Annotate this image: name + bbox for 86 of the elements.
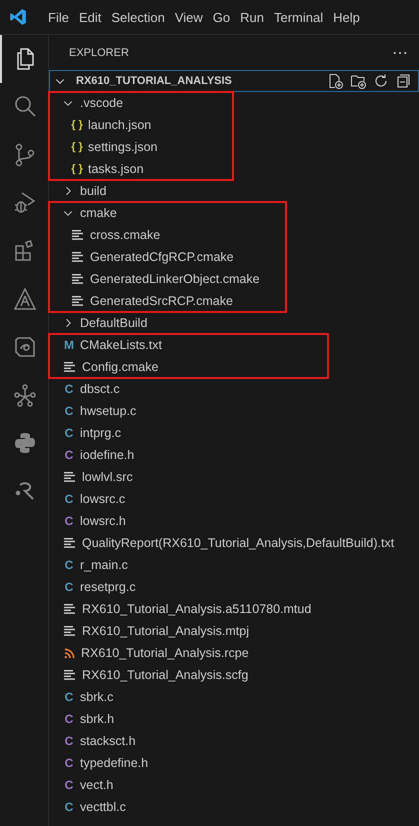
explorer-entry[interactable]: C hwsetup.c: [49, 400, 419, 422]
rss-icon: [64, 648, 75, 658]
explorer-entry[interactable]: C resetprg.c: [49, 576, 419, 598]
lines-icon: [64, 604, 76, 614]
new-file-icon[interactable]: [327, 73, 343, 89]
explorer-entry[interactable]: Config.cmake: [49, 356, 328, 378]
explorer-entry[interactable]: { } tasks.json: [49, 158, 233, 180]
explorer-entry[interactable]: M CMakeLists.txt: [49, 334, 328, 356]
header-file-icon: C: [62, 712, 76, 726]
explorer-entry[interactable]: C vecttbl.c: [49, 796, 419, 818]
folder-entry[interactable]: .vscode: [49, 92, 233, 114]
explorer-entry[interactable]: { } settings.json: [49, 136, 233, 158]
explorer-entry[interactable]: GeneratedLinkerObject.cmake: [49, 268, 286, 290]
c-file-icon: C: [62, 558, 76, 572]
lines-icon: [64, 670, 76, 680]
project-header[interactable]: RX610_TUTORIAL_ANALYSIS: [49, 70, 419, 92]
triangle-icon: [13, 287, 37, 311]
folder-entry[interactable]: DefaultBuild: [49, 312, 419, 334]
explorer-entry[interactable]: C stacksct.h: [49, 730, 419, 752]
explorer-entry[interactable]: C r_main.c: [49, 554, 419, 576]
c-file-icon: C: [62, 580, 76, 594]
folder-entry[interactable]: cmake: [49, 202, 286, 224]
explorer-entry[interactable]: C typedefine.h: [49, 752, 419, 774]
sidebar-title: EXPLORER: [69, 46, 129, 58]
explorer-entry[interactable]: C sbrk.h: [49, 708, 419, 730]
c-file-icon: C: [62, 382, 76, 396]
explorer-entry[interactable]: C dbsct.c: [49, 378, 419, 400]
header-file-icon: C: [62, 756, 76, 770]
menu-item[interactable]: Go: [208, 10, 236, 24]
lines-icon: [72, 230, 84, 240]
explorer-entry[interactable]: QualityReport(RX610_Tutorial_Analysis,DefaultBuild).txt: [49, 532, 419, 554]
explorer-entry[interactable]: C intprg.c: [49, 422, 419, 444]
braces-icon: { }: [70, 163, 84, 175]
c-file-icon: C: [62, 426, 76, 440]
explorer-entry[interactable]: { } launch.json: [49, 114, 233, 136]
lines-icon: [72, 252, 84, 262]
c-file-icon: C: [62, 690, 76, 704]
c-file-icon: C: [62, 800, 76, 814]
header-file-icon: C: [62, 448, 76, 462]
search-icon: [13, 95, 37, 119]
folder-entry[interactable]: build: [49, 180, 419, 202]
explorer-entry[interactable]: C sbrk.c: [49, 686, 419, 708]
snake-logo-icon: [13, 431, 37, 455]
lines-icon: [64, 472, 76, 482]
explorer-entry[interactable]: C vect.h: [49, 774, 419, 796]
explorer-entry[interactable]: RX610_Tutorial_Analysis.mtpj: [49, 620, 419, 642]
refresh-icon[interactable]: [373, 73, 389, 89]
lines-icon: [72, 296, 84, 306]
header-file-icon: C: [62, 734, 76, 748]
explorer-entry[interactable]: lowlvl.src: [49, 466, 419, 488]
menu-item[interactable]: File: [43, 10, 74, 24]
lines-icon: [64, 362, 76, 372]
header-file-icon: C: [62, 778, 76, 792]
swirl-icon: [13, 335, 37, 359]
menu-item[interactable]: Help: [328, 10, 365, 24]
explorer-entry[interactable]: GeneratedCfgRCP.cmake: [49, 246, 286, 268]
menu-item[interactable]: Run: [235, 10, 269, 24]
run-debug-icon: [13, 191, 37, 215]
explorer-entry[interactable]: cross.cmake: [49, 224, 286, 246]
collapse-icon[interactable]: [396, 73, 412, 89]
explorer-entry[interactable]: GeneratedSrcRCP.cmake: [49, 290, 286, 312]
explorer-entry[interactable]: C lowsrc.h: [49, 510, 419, 532]
app-logo-icon: [9, 8, 27, 26]
more-actions-icon[interactable]: [393, 50, 407, 54]
lines-icon: [72, 274, 84, 284]
network-icon: [13, 383, 37, 407]
explorer-entry[interactable]: C iodefine.h: [49, 444, 419, 466]
braces-icon: { }: [70, 119, 84, 131]
branch-icon: [13, 143, 37, 167]
braces-icon: { }: [70, 141, 84, 153]
c-file-icon: C: [62, 404, 76, 418]
explorer-entry[interactable]: RX610_Tutorial_Analysis.rcpe: [49, 642, 419, 664]
explorer-entry[interactable]: C lowsrc.c: [49, 488, 419, 510]
project-name: RX610_TUTORIAL_ANALYSIS: [76, 75, 233, 87]
header-file-icon: C: [62, 514, 76, 528]
menu-item[interactable]: Terminal: [269, 10, 328, 24]
menu-item[interactable]: View: [170, 10, 208, 24]
menu-item[interactable]: Selection: [106, 10, 170, 24]
new-folder-icon[interactable]: [350, 73, 366, 89]
menu-item[interactable]: Edit: [74, 10, 106, 24]
m-file-icon: M: [62, 338, 76, 352]
lines-icon: [64, 626, 76, 636]
explorer-entry[interactable]: RX610_Tutorial_Analysis.scfg: [49, 664, 419, 686]
lines-icon: [64, 538, 76, 548]
c-file-icon: C: [62, 492, 76, 506]
explorer-entry[interactable]: RX610_Tutorial_Analysis.a5110780.mtud: [49, 598, 419, 620]
